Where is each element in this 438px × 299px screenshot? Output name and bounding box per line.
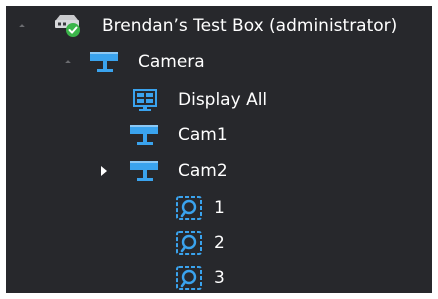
cam2-label: Cam2 [178,161,228,181]
preset-icon [176,266,202,290]
expand-arrow-icon[interactable] [19,24,25,30]
preset-icon [176,231,202,255]
collapsed-arrow-icon[interactable] [101,166,107,176]
cam1-label: Cam1 [178,125,228,145]
tree-node-display-all[interactable]: Display All [6,85,432,115]
preset-label: 3 [214,268,225,288]
tree-node-server[interactable]: Brendan’s Test Box (administrator) [6,11,432,41]
display-all-icon [133,89,157,111]
camera-icon [130,125,158,145]
preset-label: 2 [214,233,225,253]
tree-node-camera-group[interactable]: Camera [6,47,432,77]
camera-group-label: Camera [138,52,205,72]
display-all-label: Display All [178,90,268,110]
device-tree-panel: Brendan’s Test Box (administrator) Camer… [6,6,432,293]
preset-label: 1 [214,198,225,218]
camera-group-icon [90,52,118,72]
tree-node-cam2[interactable]: Cam2 [6,156,432,186]
camera-icon [130,161,158,181]
tree-node-cam1[interactable]: Cam1 [6,120,432,150]
tree-node-preset-2[interactable]: 2 [6,228,432,258]
tree-node-preset-3[interactable]: 3 [6,263,432,293]
server-online-icon [55,15,80,37]
server-label: Brendan’s Test Box (administrator) [102,16,398,36]
tree-node-preset-1[interactable]: 1 [6,193,432,223]
expand-arrow-icon[interactable] [65,60,71,66]
preset-icon [176,196,202,220]
